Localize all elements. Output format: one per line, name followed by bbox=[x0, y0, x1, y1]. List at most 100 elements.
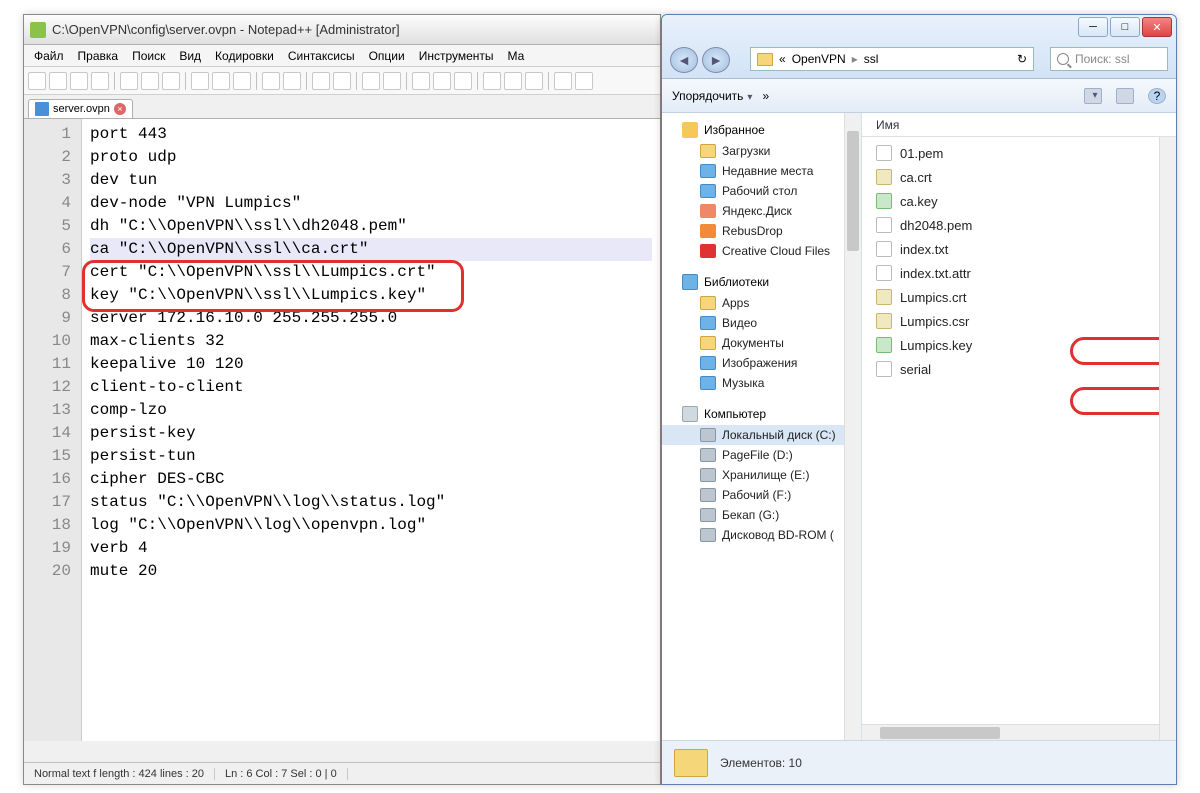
menu-macro[interactable]: Ма bbox=[502, 47, 531, 65]
tb-saveall-icon[interactable] bbox=[91, 72, 109, 90]
tb-chars-icon[interactable] bbox=[433, 72, 451, 90]
scroll-thumb[interactable] bbox=[847, 131, 859, 251]
menu-edit[interactable]: Правка bbox=[72, 47, 125, 65]
menu-file[interactable]: Файл bbox=[28, 47, 70, 65]
tree-apps[interactable]: Apps bbox=[662, 293, 861, 313]
tree-disk-c[interactable]: Локальный диск (C:) bbox=[662, 425, 861, 445]
tab-close-icon[interactable]: × bbox=[114, 103, 126, 115]
tb-copy-icon[interactable] bbox=[212, 72, 230, 90]
star-icon bbox=[682, 122, 698, 138]
menu-search[interactable]: Поиск bbox=[126, 47, 171, 65]
tb-play-icon[interactable] bbox=[575, 72, 593, 90]
tb-replace-icon[interactable] bbox=[333, 72, 351, 90]
menu-bar[interactable]: Файл Правка Поиск Вид Кодировки Синтакси… bbox=[24, 45, 660, 67]
scroll-thumb[interactable] bbox=[880, 727, 1000, 739]
organize-button[interactable]: Упорядочить bbox=[672, 89, 752, 103]
tb-close-icon[interactable] bbox=[120, 72, 138, 90]
nav-tree[interactable]: Избранное Загрузки Недавние места Рабочи… bbox=[662, 113, 862, 741]
file-list-pane[interactable]: Имя 01.pem ca.crt ca.key dh2048.pem inde… bbox=[862, 113, 1176, 741]
tree-music[interactable]: Музыка bbox=[662, 373, 861, 393]
tb-record-icon[interactable] bbox=[554, 72, 572, 90]
tb-undo-icon[interactable] bbox=[262, 72, 280, 90]
tb-redo-icon[interactable] bbox=[283, 72, 301, 90]
back-button[interactable]: ◄ bbox=[670, 47, 698, 73]
tb-func-icon[interactable] bbox=[483, 72, 501, 90]
file-item[interactable]: index.txt.attr bbox=[872, 261, 1166, 285]
minimize-button[interactable]: ─ bbox=[1078, 17, 1108, 37]
bc-openvpn[interactable]: OpenVPN bbox=[792, 52, 846, 66]
menu-view[interactable]: Вид bbox=[173, 47, 207, 65]
menu-syntax[interactable]: Синтаксисы bbox=[282, 47, 361, 65]
tb-wrap-icon[interactable] bbox=[412, 72, 430, 90]
editor[interactable]: 1234567891011121314151617181920 port 443… bbox=[24, 119, 660, 741]
tab-server-ovpn[interactable]: server.ovpn × bbox=[28, 99, 133, 118]
video-icon bbox=[700, 316, 716, 330]
file-item[interactable]: Lumpics.csr bbox=[872, 309, 1166, 333]
library-icon bbox=[682, 274, 698, 290]
tree-video[interactable]: Видео bbox=[662, 313, 861, 333]
status-bar: Normal text f length : 424 lines : 20 Ln… bbox=[24, 762, 660, 784]
tb-monitor-icon[interactable] bbox=[525, 72, 543, 90]
tree-scrollbar[interactable] bbox=[844, 113, 861, 741]
tb-zoomin-icon[interactable] bbox=[362, 72, 380, 90]
tree-recent[interactable]: Недавние места bbox=[662, 161, 861, 181]
tree-rebus[interactable]: RebusDrop bbox=[662, 221, 861, 241]
refresh-icon[interactable]: ↻ bbox=[1017, 52, 1027, 66]
favorites-group[interactable]: Избранное bbox=[662, 119, 861, 141]
tree-desktop[interactable]: Рабочий стол bbox=[662, 181, 861, 201]
file-hscrollbar[interactable] bbox=[862, 724, 1159, 741]
file-item[interactable]: serial bbox=[872, 357, 1166, 381]
bc-overflow[interactable]: « bbox=[779, 52, 786, 66]
tb-find-icon[interactable] bbox=[312, 72, 330, 90]
disk-icon bbox=[700, 488, 716, 502]
file-item[interactable]: Lumpics.key bbox=[872, 333, 1166, 357]
computer-group[interactable]: Компьютер bbox=[662, 403, 861, 425]
tree-yandex[interactable]: Яндекс.Диск bbox=[662, 201, 861, 221]
toolbar-overflow[interactable]: » bbox=[762, 89, 769, 103]
file-item[interactable]: ca.key bbox=[872, 189, 1166, 213]
tree-disk-f[interactable]: Рабочий (F:) bbox=[662, 485, 861, 505]
line-gutter: 1234567891011121314151617181920 bbox=[24, 119, 82, 741]
file-item[interactable]: dh2048.pem bbox=[872, 213, 1166, 237]
tree-disk-g[interactable]: Бекап (G:) bbox=[662, 505, 861, 525]
menu-tools[interactable]: Инструменты bbox=[413, 47, 500, 65]
tb-save-icon[interactable] bbox=[70, 72, 88, 90]
folder-icon bbox=[700, 296, 716, 310]
column-header-name[interactable]: Имя bbox=[862, 113, 1176, 137]
tree-disk-e[interactable]: Хранилище (E:) bbox=[662, 465, 861, 485]
preview-pane-button[interactable] bbox=[1116, 88, 1134, 104]
file-item[interactable]: 01.pem bbox=[872, 141, 1166, 165]
tb-folder-icon[interactable] bbox=[504, 72, 522, 90]
tree-downloads[interactable]: Загрузки bbox=[662, 141, 861, 161]
tb-zoomout-icon[interactable] bbox=[383, 72, 401, 90]
forward-button[interactable]: ► bbox=[702, 47, 730, 73]
help-button[interactable]: ? bbox=[1148, 88, 1166, 104]
file-item[interactable]: Lumpics.crt bbox=[872, 285, 1166, 309]
tb-print-icon[interactable] bbox=[162, 72, 180, 90]
tb-paste-icon[interactable] bbox=[233, 72, 251, 90]
file-item[interactable]: index.txt bbox=[872, 237, 1166, 261]
tree-cc[interactable]: Creative Cloud Files bbox=[662, 241, 861, 261]
tb-cut-icon[interactable] bbox=[191, 72, 209, 90]
libraries-group[interactable]: Библиотеки bbox=[662, 271, 861, 293]
tree-images[interactable]: Изображения bbox=[662, 353, 861, 373]
tree-bdrom[interactable]: Дисковод BD-ROM ( bbox=[662, 525, 861, 545]
search-box[interactable]: Поиск: ssl bbox=[1050, 47, 1168, 71]
tree-disk-d[interactable]: PageFile (D:) bbox=[662, 445, 861, 465]
code-area[interactable]: port 443 proto udp dev tun dev-node "VPN… bbox=[82, 119, 660, 741]
tb-indent-icon[interactable] bbox=[454, 72, 472, 90]
view-button[interactable] bbox=[1084, 88, 1102, 104]
tb-closeall-icon[interactable] bbox=[141, 72, 159, 90]
maximize-button[interactable]: □ bbox=[1110, 17, 1140, 37]
bc-ssl[interactable]: ssl bbox=[864, 52, 879, 66]
close-button[interactable]: ✕ bbox=[1142, 17, 1172, 37]
menu-options[interactable]: Опции bbox=[363, 47, 411, 65]
tb-open-icon[interactable] bbox=[49, 72, 67, 90]
address-bar[interactable]: « OpenVPN ▸ ssl ↻ bbox=[750, 47, 1034, 71]
tree-docs[interactable]: Документы bbox=[662, 333, 861, 353]
file-item[interactable]: ca.crt bbox=[872, 165, 1166, 189]
title-bar[interactable]: C:\OpenVPN\config\server.ovpn - Notepad+… bbox=[24, 15, 660, 45]
menu-encoding[interactable]: Кодировки bbox=[209, 47, 280, 65]
tb-new-icon[interactable] bbox=[28, 72, 46, 90]
file-vscrollbar[interactable] bbox=[1159, 137, 1176, 741]
